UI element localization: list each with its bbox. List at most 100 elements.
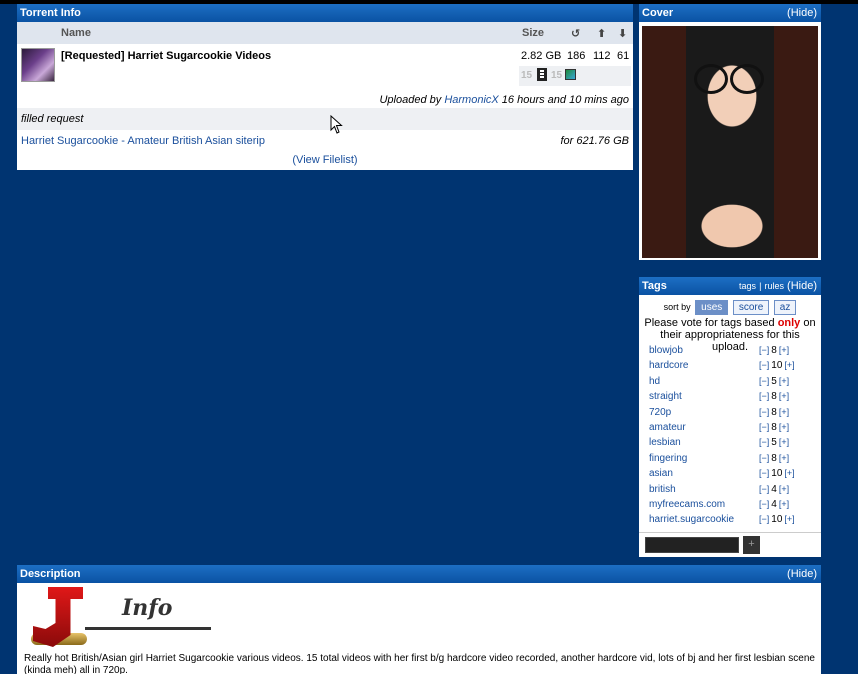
tags-link-separator: | xyxy=(759,281,762,291)
tags-panel: Tags tags | rules (Hide) sort by uses sc… xyxy=(639,277,821,557)
cover-image[interactable] xyxy=(642,26,818,258)
tag-vote-controls: [−] 10 [+] xyxy=(759,360,795,371)
tag-count: 5 xyxy=(771,437,777,449)
request-bounty: for 621.76 GB xyxy=(560,135,630,147)
tag-row: british [−] 4 [+] xyxy=(649,484,811,499)
info-logo-text: Info xyxy=(122,595,173,621)
info-logo-underline xyxy=(85,627,211,630)
sort-score-button[interactable]: score xyxy=(732,300,770,315)
tag-count: 8 xyxy=(771,421,777,433)
refresh-icon[interactable]: ↺ xyxy=(571,27,580,40)
tag-vote-down[interactable]: [−] xyxy=(759,514,769,524)
tag-vote-down[interactable]: [−] xyxy=(759,453,769,463)
tag-row: blowjob [−] 8 [+] xyxy=(649,345,811,360)
sort-uses-button[interactable]: uses xyxy=(695,300,729,315)
description-title: Description xyxy=(20,568,81,580)
tag-vote-up[interactable]: [+] xyxy=(779,391,789,401)
video-clip-icon[interactable] xyxy=(565,69,576,80)
tag-vote-controls: [−] 8 [+] xyxy=(759,453,789,464)
tag-name-link[interactable]: 720p xyxy=(649,407,671,418)
cover-glasses-right xyxy=(730,64,764,94)
format-icons-row: 15 15 xyxy=(519,66,631,86)
tag-row: myfreecams.com [−] 4 [+] xyxy=(649,499,811,514)
column-name[interactable]: Name xyxy=(61,27,91,39)
cover-hide-link[interactable]: (Hide) xyxy=(787,4,817,22)
description-panel: Description (Hide) Info Really hot Briti… xyxy=(17,565,821,674)
tag-name-link[interactable]: hd xyxy=(649,376,660,387)
tag-name-link[interactable]: myfreecams.com xyxy=(649,499,725,510)
tag-vote-down[interactable]: [−] xyxy=(759,391,769,401)
down-arrow-icon[interactable]: ⬇ xyxy=(618,27,627,40)
tag-list: blowjob [−] 8 [+] hardcore [−] 10 [+] hd [−] 5 [+] s… xyxy=(649,345,811,530)
description-hide-link[interactable]: (Hide) xyxy=(787,565,817,583)
tag-vote-down[interactable]: [−] xyxy=(759,360,769,370)
tag-count: 5 xyxy=(771,375,777,387)
tags-header: Tags tags | rules (Hide) xyxy=(639,277,821,295)
tag-row: asian [−] 10 [+] xyxy=(649,468,811,483)
tag-vote-down[interactable]: [−] xyxy=(759,484,769,494)
tag-name-link[interactable]: harriet.sugarcookie xyxy=(649,514,734,525)
cover-panel: Cover (Hide) xyxy=(639,4,821,260)
tag-count: 10 xyxy=(771,468,783,480)
film-icon[interactable] xyxy=(537,68,547,81)
format-count-a: 15 xyxy=(521,70,533,81)
tag-row: amateur [−] 8 [+] xyxy=(649,422,811,437)
vote-note-before: Please vote for tags based xyxy=(644,317,775,329)
sort-az-button[interactable]: az xyxy=(773,300,797,315)
tag-name-link[interactable]: straight xyxy=(649,391,682,402)
tag-divider xyxy=(639,532,821,533)
tags-title: Tags xyxy=(642,280,667,292)
tag-vote-up[interactable]: [+] xyxy=(784,468,794,478)
uploaded-info: Uploaded by HarmonicX 16 hours and 10 mi… xyxy=(379,94,629,106)
request-link[interactable]: Harriet Sugarcookie - Amateur British As… xyxy=(21,135,265,147)
tag-vote-controls: [−] 10 [+] xyxy=(759,468,795,479)
tag-vote-up[interactable]: [+] xyxy=(779,499,789,509)
tag-row: lesbian [−] 5 [+] xyxy=(649,437,811,452)
tag-vote-down[interactable]: [−] xyxy=(759,407,769,417)
tag-vote-down[interactable]: [−] xyxy=(759,376,769,386)
tag-vote-down[interactable]: [−] xyxy=(759,345,769,355)
tag-vote-up[interactable]: [+] xyxy=(784,360,794,370)
view-filelist-container: (View Filelist) xyxy=(17,154,633,166)
tag-vote-up[interactable]: [+] xyxy=(779,407,789,417)
tag-name-link[interactable]: lesbian xyxy=(649,437,681,448)
tag-vote-controls: [−] 8 [+] xyxy=(759,345,789,356)
tag-name-link[interactable]: fingering xyxy=(649,453,687,464)
tag-vote-down[interactable]: [−] xyxy=(759,422,769,432)
tag-vote-up[interactable]: [+] xyxy=(779,345,789,355)
rules-link[interactable]: rules xyxy=(764,281,784,291)
tag-name-link[interactable]: hardcore xyxy=(649,360,688,371)
tag-vote-up[interactable]: [+] xyxy=(784,514,794,524)
torrent-thumbnail[interactable] xyxy=(21,48,55,82)
add-tag-button[interactable]: + xyxy=(743,536,760,554)
tag-name-link[interactable]: british xyxy=(649,484,676,495)
tag-vote-controls: [−] 5 [+] xyxy=(759,376,789,387)
add-tag-input[interactable] xyxy=(645,537,739,553)
tag-vote-down[interactable]: [−] xyxy=(759,499,769,509)
cover-glasses-left xyxy=(694,64,728,94)
tag-name-link[interactable]: blowjob xyxy=(649,345,683,356)
format-count-b: 15 xyxy=(551,70,563,81)
tag-vote-up[interactable]: [+] xyxy=(779,437,789,447)
torrent-table-header: Name Size ↺ ⬆ ⬇ xyxy=(17,22,633,44)
view-filelist-link[interactable]: (View Filelist) xyxy=(292,154,357,166)
tag-vote-up[interactable]: [+] xyxy=(779,453,789,463)
tag-name-link[interactable]: asian xyxy=(649,468,673,479)
tag-name-link[interactable]: amateur xyxy=(649,422,686,433)
filled-request-label: filled request xyxy=(21,113,84,125)
torrent-leechers: 61 xyxy=(617,50,630,62)
tag-vote-up[interactable]: [+] xyxy=(779,484,789,494)
tags-link[interactable]: tags xyxy=(739,281,756,291)
tag-vote-up[interactable]: [+] xyxy=(779,422,789,432)
column-size[interactable]: Size xyxy=(522,27,544,39)
up-arrow-icon[interactable]: ⬆ xyxy=(597,27,606,40)
tag-vote-down[interactable]: [−] xyxy=(759,437,769,447)
tag-vote-controls: [−] 8 [+] xyxy=(759,407,789,418)
torrent-seeders: 112 xyxy=(593,50,611,62)
torrent-name[interactable]: [Requested] Harriet Sugarcookie Videos xyxy=(61,50,271,62)
uploader-link[interactable]: HarmonicX xyxy=(444,94,498,106)
tags-hide-link[interactable]: (Hide) xyxy=(787,280,817,292)
tag-vote-up[interactable]: [+] xyxy=(779,376,789,386)
tag-count: 4 xyxy=(771,483,777,495)
tag-vote-down[interactable]: [−] xyxy=(759,468,769,478)
